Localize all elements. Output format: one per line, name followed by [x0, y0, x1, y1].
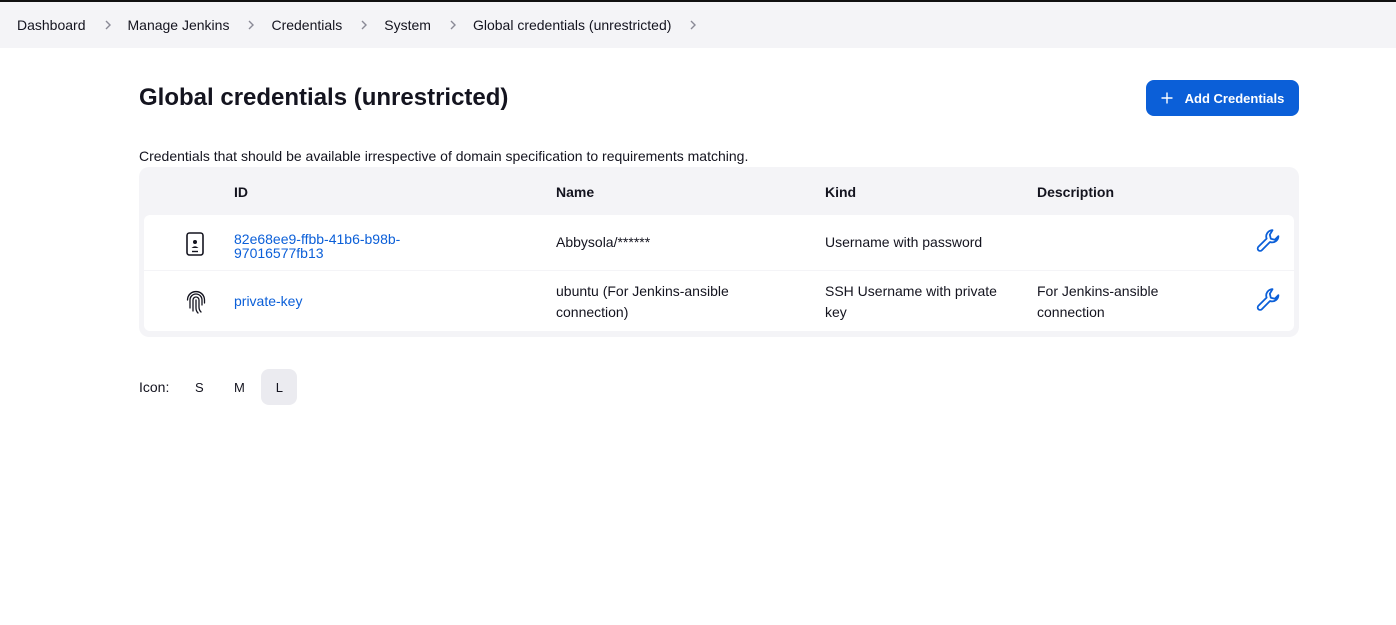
icon-size-label: Icon: — [139, 379, 170, 395]
add-credentials-button[interactable]: Add Credentials — [1146, 80, 1299, 116]
add-credentials-label: Add Credentials — [1184, 90, 1285, 106]
chevron-right-icon[interactable] — [687, 19, 699, 31]
column-header-id[interactable]: ID — [234, 184, 248, 200]
breadcrumb-manage-jenkins[interactable]: Manage Jenkins — [128, 17, 230, 33]
credential-description: For Jenkins-ansible connection — [1037, 283, 1159, 320]
credential-kind: SSH Username with private key — [825, 283, 997, 320]
chevron-right-icon[interactable] — [358, 19, 370, 31]
icon-size-selector: Icon: S M L — [139, 369, 298, 405]
column-header-kind[interactable]: Kind — [825, 184, 856, 200]
page-description: Credentials that should be available irr… — [139, 148, 749, 164]
credential-id-link[interactable]: private-key — [234, 291, 302, 312]
chevron-right-icon[interactable] — [245, 19, 257, 31]
breadcrumb-system[interactable]: System — [384, 17, 431, 33]
icon-size-medium[interactable]: M — [221, 369, 257, 405]
breadcrumb-dashboard[interactable]: Dashboard — [17, 17, 86, 33]
chevron-right-icon[interactable] — [102, 19, 114, 31]
chevron-right-icon[interactable] — [447, 19, 459, 31]
wrench-icon[interactable] — [1254, 226, 1284, 261]
page-title: Global credentials (unrestricted) — [139, 84, 509, 111]
wrench-icon[interactable] — [1254, 285, 1284, 320]
credential-id-link[interactable]: 82e68ee9-ffbb-41b6-b98b- 97016577fb13 — [234, 232, 400, 260]
credential-name: Abbysola/****** — [556, 234, 651, 250]
plus-icon — [1161, 92, 1173, 104]
breadcrumb: Dashboard Manage Jenkins Credentials Sys… — [17, 2, 713, 48]
breadcrumb-global-credentials[interactable]: Global credentials (unrestricted) — [473, 17, 671, 33]
credential-name: ubuntu (For Jenkins-ansible connection) — [556, 283, 729, 320]
credentials-table: ID Name Kind Description 82e68ee9-ffbb-4… — [139, 167, 1299, 337]
icon-size-small[interactable]: S — [181, 369, 217, 405]
mobile-credential-icon — [186, 232, 204, 261]
column-header-description[interactable]: Description — [1037, 184, 1114, 200]
fingerprint-icon — [185, 289, 207, 320]
credential-kind: Username with password — [825, 234, 983, 250]
table-row: 82e68ee9-ffbb-41b6-b98b- 97016577fb13 Ab… — [144, 215, 1294, 270]
icon-size-large[interactable]: L — [261, 369, 298, 405]
breadcrumb-credentials[interactable]: Credentials — [271, 17, 342, 33]
column-header-name[interactable]: Name — [556, 184, 594, 200]
table-row: private-key ubuntu (For Jenkins-ansible … — [144, 271, 1294, 331]
top-bar: Dashboard Manage Jenkins Credentials Sys… — [0, 0, 1396, 48]
